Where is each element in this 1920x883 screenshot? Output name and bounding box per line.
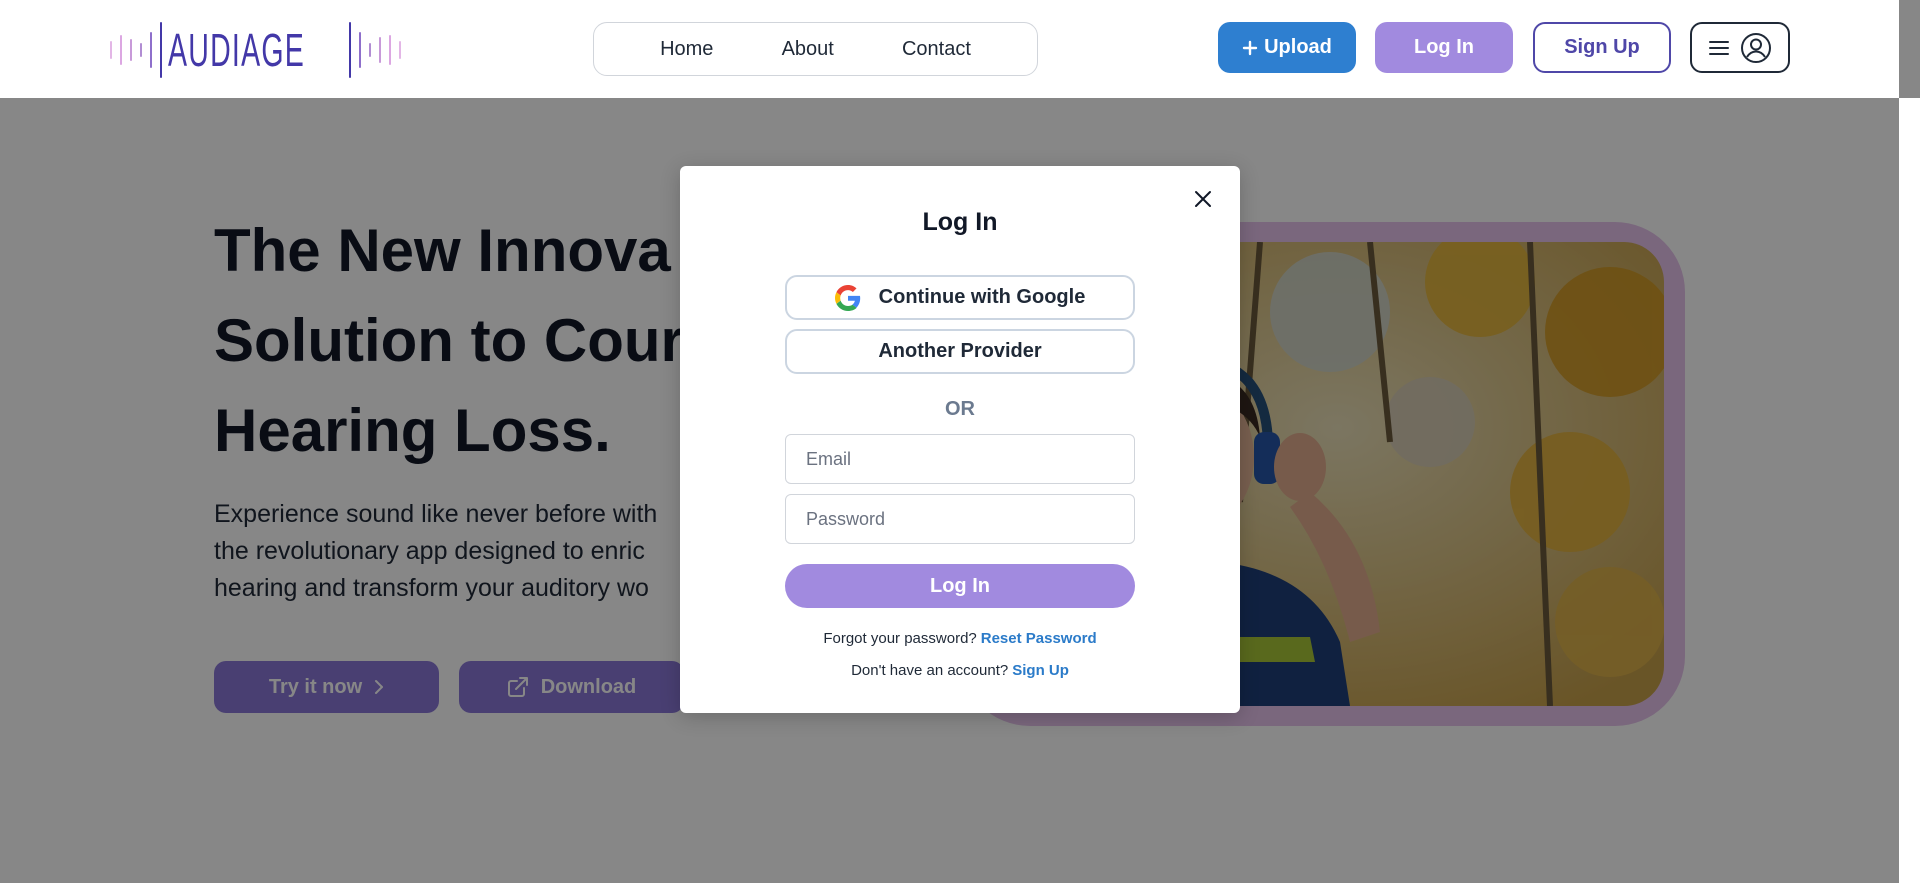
- main-nav: Home About Contact: [593, 22, 1038, 76]
- google-button-label: Continue with Google: [878, 286, 1086, 308]
- forgot-password-line: Forgot your password? Reset Password: [823, 630, 1097, 647]
- nav-home-link[interactable]: Home: [660, 38, 713, 61]
- login-modal: Log In Continue with Google Another Prov…: [680, 166, 1240, 713]
- logo[interactable]: AUDIAGE: [110, 20, 402, 80]
- audio-wave-icon: [110, 20, 162, 80]
- close-icon: [1195, 191, 1211, 207]
- password-field[interactable]: [785, 494, 1135, 544]
- nav-about-link[interactable]: About: [782, 38, 834, 61]
- upload-button-label: Upload: [1264, 36, 1332, 58]
- audio-wave-icon: [349, 20, 402, 80]
- header-login-button[interactable]: Log In: [1375, 22, 1513, 73]
- account-menu-button[interactable]: [1690, 22, 1790, 73]
- modal-title: Log In: [922, 208, 998, 236]
- nav-contact-link[interactable]: Contact: [902, 38, 971, 61]
- no-account-line: Don't have an account? Sign Up: [851, 662, 1069, 679]
- another-provider-button[interactable]: Another Provider: [785, 329, 1135, 374]
- email-field[interactable]: [785, 434, 1135, 484]
- scrollbar[interactable]: [1899, 0, 1920, 883]
- or-divider: OR: [945, 398, 975, 420]
- hamburger-icon: [1709, 40, 1729, 55]
- logo-text: AUDIAGE: [168, 24, 306, 76]
- plus-icon: [1242, 40, 1258, 55]
- modal-backdrop-edge: [1899, 0, 1920, 98]
- reset-password-link[interactable]: Reset Password: [981, 630, 1097, 647]
- site-header: AUDIAGE Home About Contact Upload Log In…: [0, 0, 1899, 98]
- login-submit-button[interactable]: Log In: [785, 564, 1135, 608]
- continue-with-google-button[interactable]: Continue with Google: [785, 275, 1135, 320]
- google-icon: [834, 284, 860, 311]
- upload-button[interactable]: Upload: [1218, 22, 1356, 73]
- signup-link[interactable]: Sign Up: [1012, 662, 1069, 679]
- user-circle-icon: [1741, 32, 1771, 63]
- header-signup-button[interactable]: Sign Up: [1533, 22, 1671, 73]
